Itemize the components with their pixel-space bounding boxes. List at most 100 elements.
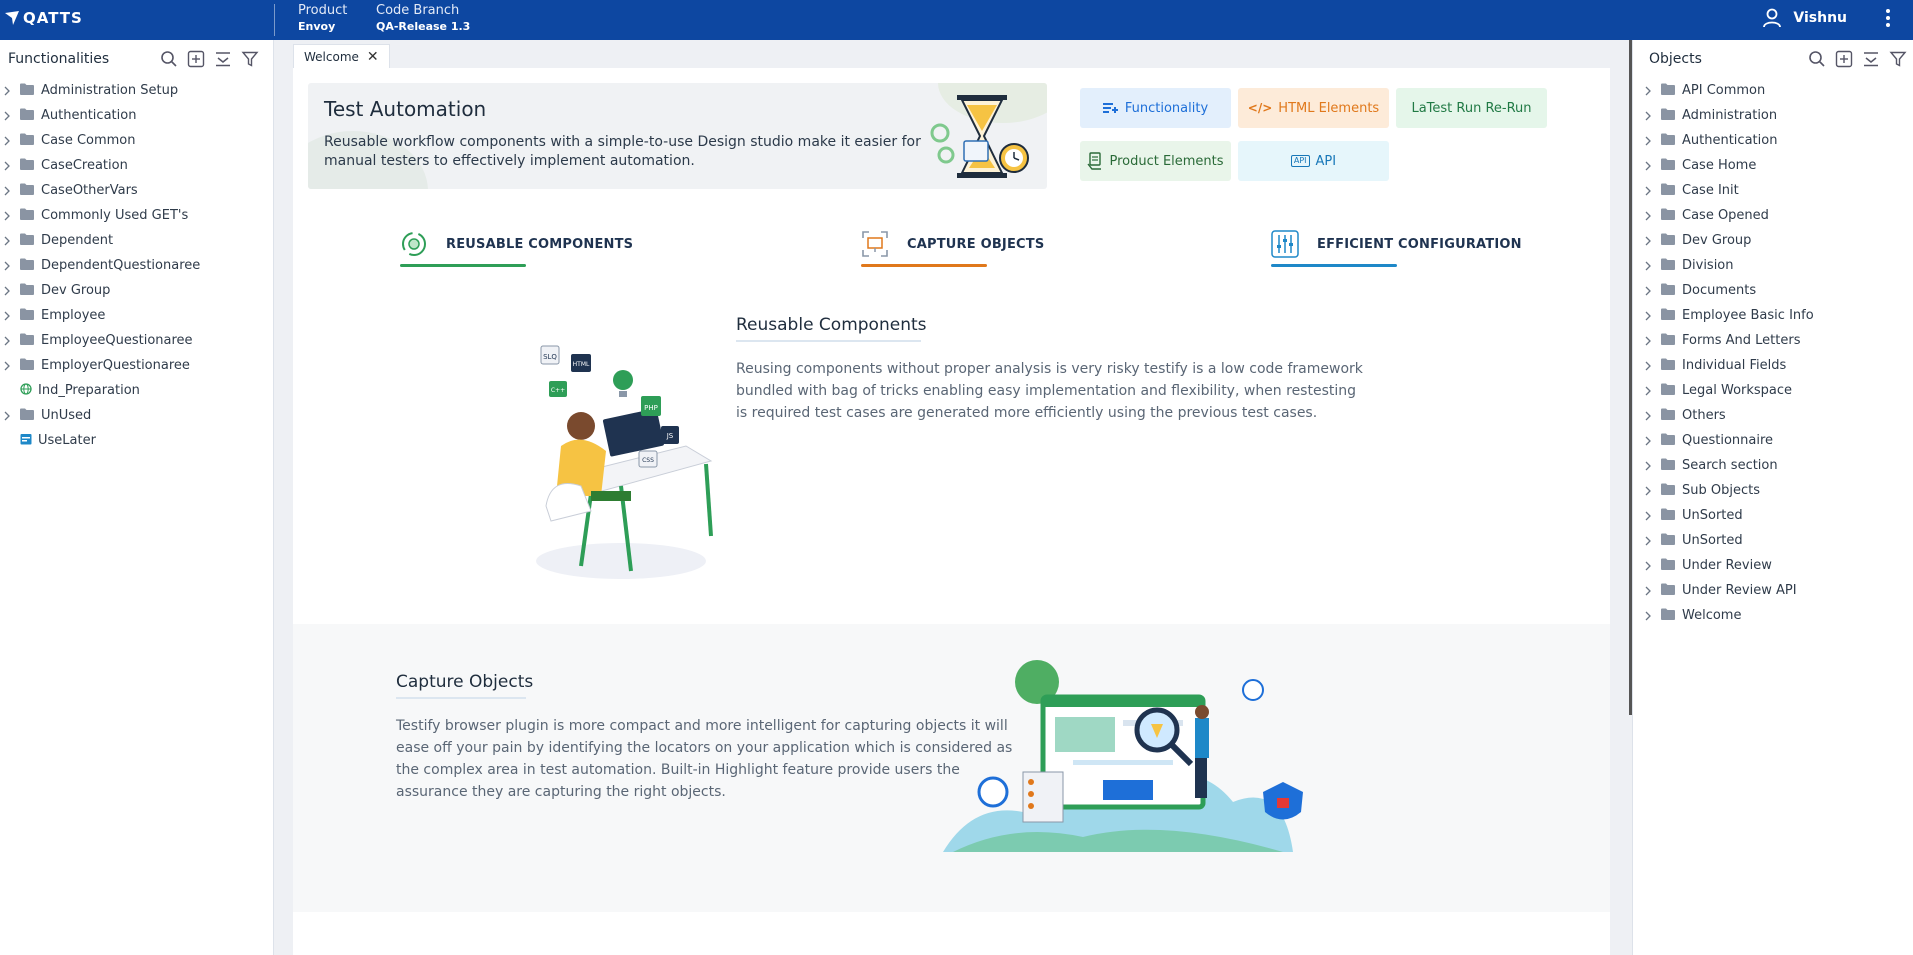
collapse-all-icon[interactable]: [1862, 50, 1880, 68]
collapse-all-icon[interactable]: [214, 50, 232, 68]
functionalities-panel: Functionalities Administration Setup Auth…: [0, 40, 274, 955]
functionalities-tree-item[interactable]: CaseCreation: [0, 153, 273, 178]
objects-tree-item[interactable]: Search section: [1633, 453, 1913, 478]
chevron-right-icon[interactable]: [1641, 134, 1655, 148]
product-elements-button[interactable]: Product Elements: [1080, 141, 1231, 181]
functionality-button[interactable]: Functionality: [1080, 88, 1231, 128]
functionalities-tree-item[interactable]: CaseOtherVars: [0, 178, 273, 203]
chevron-right-icon[interactable]: [1641, 459, 1655, 473]
tree-item-label: Welcome: [1682, 608, 1742, 623]
objects-tree-item[interactable]: Employee Basic Info: [1633, 303, 1913, 328]
chevron-right-icon[interactable]: [1641, 584, 1655, 598]
chevron-right-icon[interactable]: [1641, 359, 1655, 373]
chevron-right-icon[interactable]: [0, 109, 14, 123]
chevron-right-icon[interactable]: [1641, 109, 1655, 123]
chevron-right-icon[interactable]: [0, 209, 14, 223]
latest-rerun-button[interactable]: LaTest Run Re-Run: [1396, 88, 1547, 128]
chevron-right-icon[interactable]: [1641, 159, 1655, 173]
objects-tree-item[interactable]: Case Opened: [1633, 203, 1913, 228]
chevron-right-icon[interactable]: [0, 184, 14, 198]
functionalities-tree-item[interactable]: Commonly Used GET's: [0, 203, 273, 228]
functionalities-tree-item[interactable]: EmployerQuestionaree: [0, 353, 273, 378]
functionalities-tree-item[interactable]: Dependent: [0, 228, 273, 253]
objects-tree-item[interactable]: Sub Objects: [1633, 478, 1913, 503]
objects-tree-item[interactable]: Authentication: [1633, 128, 1913, 153]
chevron-right-icon[interactable]: [0, 334, 14, 348]
functionalities-tree-item[interactable]: Ind_Preparation: [0, 378, 273, 403]
add-folder-icon[interactable]: [187, 50, 205, 68]
objects-tree-item[interactable]: Case Home: [1633, 153, 1913, 178]
objects-tree-item[interactable]: Case Init: [1633, 178, 1913, 203]
html-elements-button[interactable]: </> HTML Elements: [1238, 88, 1389, 128]
add-folder-icon[interactable]: [1835, 50, 1853, 68]
chevron-right-icon[interactable]: [1641, 84, 1655, 98]
chevron-right-icon[interactable]: [1641, 259, 1655, 273]
close-tab-icon[interactable]: ✕: [367, 49, 379, 65]
functionalities-tree-item[interactable]: DependentQuestionaree: [0, 253, 273, 278]
chevron-right-icon[interactable]: [0, 259, 14, 273]
chevron-right-icon[interactable]: [1641, 184, 1655, 198]
chevron-right-icon[interactable]: [1641, 309, 1655, 323]
objects-tree-item[interactable]: Dev Group: [1633, 228, 1913, 253]
objects-tree-item[interactable]: Individual Fields: [1633, 353, 1913, 378]
functionalities-tree-item[interactable]: Authentication: [0, 103, 273, 128]
objects-tree-item[interactable]: Documents: [1633, 278, 1913, 303]
chevron-right-icon[interactable]: [1641, 334, 1655, 348]
objects-tree-item[interactable]: Forms And Letters: [1633, 328, 1913, 353]
branch-selector[interactable]: Code Branch QA-Release 1.3: [376, 2, 470, 35]
chevron-right-icon[interactable]: [1641, 609, 1655, 623]
feature-tab-config[interactable]: EFFICIENT CONFIGURATION: [1271, 224, 1522, 267]
functionalities-toolbar: [160, 50, 273, 68]
objects-tree-item[interactable]: UnSorted: [1633, 528, 1913, 553]
functionalities-tree-item[interactable]: Employee: [0, 303, 273, 328]
chevron-right-icon[interactable]: [1641, 209, 1655, 223]
chevron-right-icon[interactable]: [0, 309, 14, 323]
tab-welcome[interactable]: Welcome ✕: [293, 44, 390, 68]
objects-tree-item[interactable]: Division: [1633, 253, 1913, 278]
chevron-right-icon[interactable]: [0, 159, 14, 173]
feature-tab-reusable[interactable]: REUSABLE COMPONENTS: [400, 224, 633, 267]
tree-item-label: Dev Group: [41, 283, 111, 298]
feature-tab-capture[interactable]: CAPTURE OBJECTS: [861, 224, 1044, 267]
objects-tree-item[interactable]: Under Review API: [1633, 578, 1913, 603]
chevron-right-icon[interactable]: [1641, 509, 1655, 523]
filter-icon[interactable]: [241, 50, 259, 68]
chevron-right-icon[interactable]: [1641, 409, 1655, 423]
chevron-right-icon[interactable]: [1641, 384, 1655, 398]
chevron-right-icon[interactable]: [0, 234, 14, 248]
user-menu[interactable]: Vishnu: [1761, 7, 1847, 29]
app-logo[interactable]: QATTS: [4, 9, 83, 27]
functionalities-tree-item[interactable]: Case Common: [0, 128, 273, 153]
chevron-right-icon[interactable]: [1641, 534, 1655, 548]
tree-item-label: UseLater: [38, 433, 96, 448]
chevron-right-icon[interactable]: [0, 359, 14, 373]
functionalities-tree-item[interactable]: Administration Setup: [0, 78, 273, 103]
objects-tree-item[interactable]: Others: [1633, 403, 1913, 428]
chevron-right-icon[interactable]: [0, 409, 14, 423]
chevron-right-icon[interactable]: [1641, 559, 1655, 573]
chevron-right-icon[interactable]: [1641, 484, 1655, 498]
search-icon[interactable]: [160, 50, 178, 68]
functionalities-tree-item[interactable]: UnUsed: [0, 403, 273, 428]
objects-tree-item[interactable]: Welcome: [1633, 603, 1913, 628]
objects-tree-item[interactable]: Legal Workspace: [1633, 378, 1913, 403]
functionalities-tree-item[interactable]: UseLater: [0, 428, 273, 453]
chevron-right-icon[interactable]: [1641, 284, 1655, 298]
chevron-right-icon[interactable]: [0, 84, 14, 98]
more-menu-icon[interactable]: [1885, 8, 1891, 30]
chevron-right-icon[interactable]: [1641, 234, 1655, 248]
search-icon[interactable]: [1808, 50, 1826, 68]
objects-tree-item[interactable]: API Common: [1633, 78, 1913, 103]
api-button[interactable]: API API: [1238, 141, 1389, 181]
objects-tree-item[interactable]: Questionnaire: [1633, 428, 1913, 453]
chevron-right-icon[interactable]: [0, 134, 14, 148]
objects-tree-item[interactable]: UnSorted: [1633, 503, 1913, 528]
functionalities-tree-item[interactable]: EmployeeQuestionaree: [0, 328, 273, 353]
objects-tree-item[interactable]: Under Review: [1633, 553, 1913, 578]
filter-icon[interactable]: [1889, 50, 1907, 68]
chevron-right-icon[interactable]: [1641, 434, 1655, 448]
functionalities-tree-item[interactable]: Dev Group: [0, 278, 273, 303]
chevron-right-icon[interactable]: [0, 284, 14, 298]
product-selector[interactable]: Product Envoy: [298, 2, 347, 35]
objects-tree-item[interactable]: Administration: [1633, 103, 1913, 128]
